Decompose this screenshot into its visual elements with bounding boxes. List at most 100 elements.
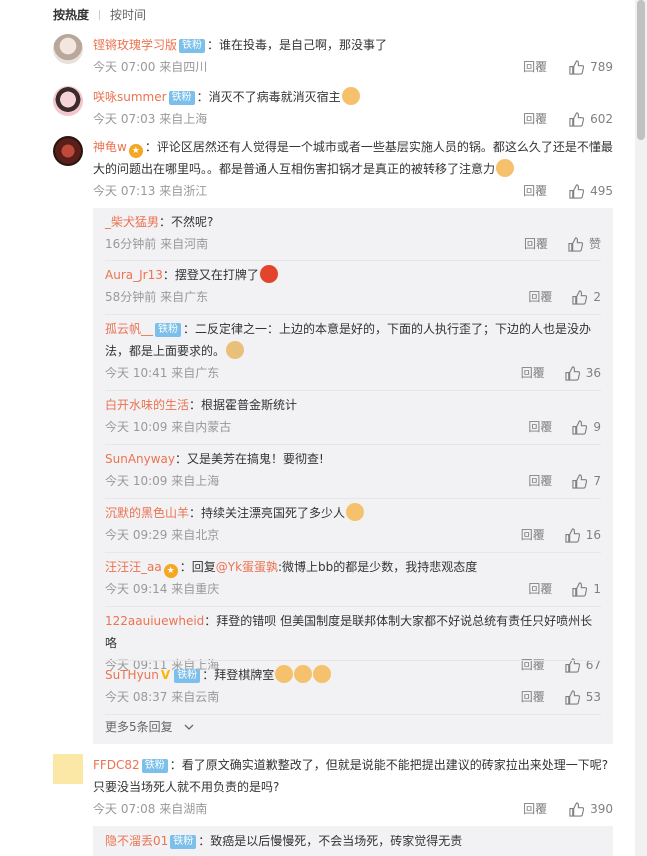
reply-text: ：持续关注漂亮国死了多少人: [189, 506, 346, 520]
verified-v-icon: V: [160, 668, 171, 682]
vip-crown-icon: ★: [128, 144, 143, 158]
reply-button[interactable]: 回覆: [528, 470, 552, 492]
reply-item: SuTHyun V 铁粉 ：拜登棋牌室 今天 08:37 来自云南 回覆 53: [105, 664, 601, 708]
like-button[interactable]: 赞: [568, 233, 601, 255]
like-button[interactable]: 7: [572, 470, 601, 492]
shocked-emoji-icon: [294, 665, 313, 683]
reply-divider: [105, 390, 601, 391]
reply-text-cont: 法，都是上面要求的。: [105, 344, 226, 358]
reply-time: 今天 10:09 来自上海: [105, 474, 220, 488]
reply-username[interactable]: SunAnyway: [105, 452, 175, 466]
comment-username[interactable]: 铿锵玫瑰学习版: [93, 38, 177, 52]
reply-button[interactable]: 回覆: [528, 416, 552, 438]
reply-username[interactable]: 孤云帆__: [105, 322, 153, 336]
reply-divider: [105, 260, 601, 261]
comment-text: ：消灭不了病毒就消灭宿主: [196, 90, 341, 104]
comment-text: ：看了原文确实道歉整改了，但就是说能不能把提出建议的砖家拉出来处理一下呢?: [169, 758, 609, 772]
tab-by-time[interactable]: 按时间: [110, 6, 146, 24]
reply-username[interactable]: 隐不溜丢01: [105, 834, 168, 848]
reply-item: SunAnyway：又是美芳在搞鬼！要彻查! 今天 10:09 来自上海 回覆 …: [105, 448, 601, 492]
reply-username[interactable]: _柴犬猛男: [105, 215, 159, 229]
reply-button[interactable]: 回覆: [523, 56, 547, 78]
reply-text-prefix: ：回复: [179, 560, 216, 574]
like-button[interactable]: 16: [565, 524, 601, 546]
like-count: 53: [585, 690, 601, 704]
reply-button[interactable]: 回覆: [523, 180, 547, 202]
like-button[interactable]: 2: [572, 286, 601, 308]
avatar[interactable]: [53, 754, 83, 784]
reply-divider: [105, 714, 601, 715]
reply-username[interactable]: 122aauiuewheid: [105, 614, 204, 628]
reply-button[interactable]: 回覆: [521, 362, 545, 384]
reply-button[interactable]: 回覆: [521, 686, 545, 708]
reply-button[interactable]: 回覆: [523, 108, 547, 130]
reply-username[interactable]: 汪汪汪_aa: [105, 560, 162, 574]
like-button[interactable]: 789: [569, 56, 613, 78]
reply-time: 今天 10:41 来自广东: [105, 366, 220, 380]
like-count: 9: [593, 420, 601, 434]
fan-badge: 铁粉: [179, 39, 206, 53]
replies-panel: 隐不溜丢01 铁粉 ：致癌是以后慢慢死，不会当场死，砖家觉得无责: [93, 826, 613, 856]
reply-button[interactable]: 回覆: [521, 524, 545, 546]
like-count: 789: [590, 60, 613, 74]
reply-divider: [105, 444, 601, 445]
comment-item: 咲咏summer 铁粉 ：消灭不了病毒就消灭宿主 今天 07:03 来自上海 回覆 …: [53, 86, 613, 130]
like-count: 495: [590, 184, 613, 198]
grin-emoji-icon: [346, 503, 365, 521]
reply-item: 白开水味的生活：根据霍普金斯统计 今天 10:09 来自内蒙古 回覆 9: [105, 394, 601, 438]
reply-button[interactable]: 回覆: [523, 798, 547, 820]
scrollbar[interactable]: [635, 0, 647, 856]
like-count: 2: [593, 290, 601, 304]
facepalm-emoji-icon: [496, 159, 515, 177]
reply-item: _柴犬猛男：不然呢? 16分钟前 来自河南 回覆 赞: [105, 211, 601, 255]
scrollbar-thumb[interactable]: [637, 0, 645, 140]
like-button[interactable]: 9: [572, 416, 601, 438]
reply-text: :微博上bb的都是少数，我持悲观态度: [278, 560, 478, 574]
reply-username[interactable]: Aura_Jr13: [105, 268, 163, 282]
reply-time: 今天 08:37 来自云南: [105, 690, 220, 704]
reply-username[interactable]: 沉默的黑色山羊: [105, 506, 189, 520]
like-button[interactable]: 495: [569, 180, 613, 202]
avatar[interactable]: [53, 34, 83, 64]
like-count: 16: [585, 528, 601, 542]
reply-text: ：不然呢?: [159, 215, 214, 229]
like-count: 7: [593, 474, 601, 488]
comment-item: FFDC82 铁粉 ：看了原文确实道歉整改了，但就是说能不能把提出建议的砖家拉出来处…: [53, 754, 613, 820]
like-button[interactable]: 602: [569, 108, 613, 130]
tab-separator: [99, 10, 101, 20]
avatar[interactable]: [53, 136, 83, 166]
like-count: 1: [593, 582, 601, 596]
more-replies-label[interactable]: 更多5条回复: [105, 720, 173, 734]
reply-button[interactable]: 回覆: [528, 578, 552, 600]
thumb-up-icon: [565, 689, 580, 705]
mention-link[interactable]: @Yk蛋蛋孰: [216, 560, 278, 574]
fan-badge: 铁粉: [168, 91, 195, 105]
reply-item: 隐不溜丢01 铁粉 ：致癌是以后慢慢死，不会当场死，砖家觉得无责: [105, 830, 601, 852]
like-button[interactable]: 36: [565, 362, 601, 384]
comment-username[interactable]: FFDC82: [93, 758, 140, 772]
thumb-up-icon: [569, 183, 585, 199]
like-button[interactable]: 390: [569, 798, 613, 820]
reply-button[interactable]: 回覆: [528, 286, 552, 308]
reply-username[interactable]: 白开水味的生活: [105, 398, 189, 412]
reply-text: ：致癌是以后慢慢死，不会当场死，砖家觉得无责: [198, 834, 463, 848]
reply-username[interactable]: SuTHyun: [105, 668, 159, 682]
more-replies-link[interactable]: 更多5条回复: [105, 716, 601, 738]
reply-button[interactable]: 回覆: [524, 233, 548, 255]
thumb-up-icon: [572, 581, 588, 597]
comment-username[interactable]: 神龟w: [93, 140, 127, 154]
thumb-up-icon: [569, 111, 585, 127]
doge-emoji-icon: [226, 341, 245, 359]
reply-time: 58分钟前 来自广东: [105, 290, 209, 304]
reply-divider: [105, 314, 601, 315]
like-button[interactable]: 53: [565, 686, 601, 708]
avatar[interactable]: [53, 86, 83, 116]
reply-divider: [105, 660, 601, 661]
shocked-emoji-icon: [275, 665, 294, 683]
comment-username[interactable]: 咲咏summer: [93, 90, 167, 104]
comment-text-cont: 只要没当场死人就不用负责的是吗?: [93, 780, 280, 794]
tab-by-hot[interactable]: 按热度: [53, 6, 89, 24]
like-button[interactable]: 1: [572, 578, 601, 600]
reply-item: 汪汪汪_aa ★ ：回复@Yk蛋蛋孰:微博上bb的都是少数，我持悲观态度 今天 09…: [105, 556, 601, 600]
sort-tabs: 按热度 按时间: [53, 6, 146, 24]
